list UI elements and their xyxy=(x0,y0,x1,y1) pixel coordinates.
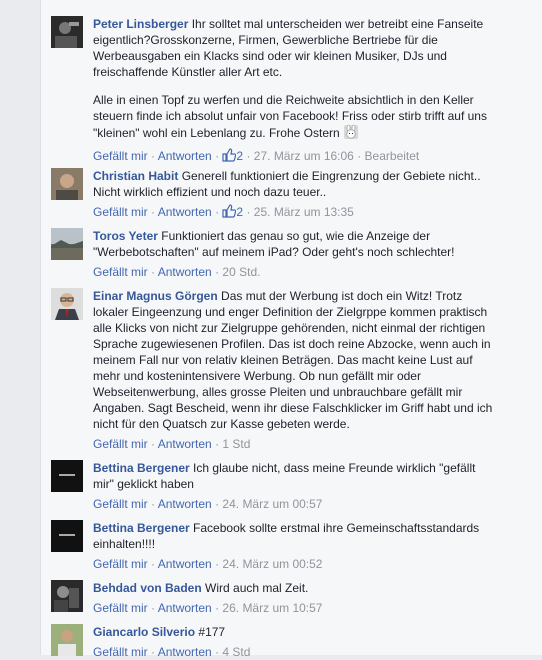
like-link[interactable]: Gefällt mir xyxy=(93,557,148,571)
rabbit-emoji-icon xyxy=(343,124,359,144)
comment-author[interactable]: Bettina Bergener xyxy=(93,521,190,535)
comment-time[interactable]: 4 Std xyxy=(222,645,250,659)
comment-author[interactable]: Einar Magnus Görgen xyxy=(93,289,218,303)
like-link[interactable]: Gefällt mir xyxy=(93,601,148,615)
dj-photo-avatar[interactable] xyxy=(51,16,83,48)
comment-text: Wird auch mal Zeit. xyxy=(205,581,309,595)
reply-link[interactable]: Antworten xyxy=(158,437,212,451)
comment-author[interactable]: Peter Linsberger xyxy=(93,17,188,31)
comment-actions: Gefällt mir · Antworten · 2 · 27. März u… xyxy=(93,148,493,166)
separator: · xyxy=(215,557,220,571)
like-link[interactable]: Gefällt mir xyxy=(93,265,148,279)
separator: · xyxy=(246,205,251,219)
man-with-glasses-avatar[interactable] xyxy=(51,288,83,320)
reply-link[interactable]: Antworten xyxy=(158,265,212,279)
separator: · xyxy=(215,645,220,659)
separator: · xyxy=(151,437,156,451)
like-link[interactable]: Gefällt mir xyxy=(93,497,148,511)
landscape-avatar[interactable] xyxy=(51,228,83,260)
reply-link[interactable]: Antworten xyxy=(158,205,212,219)
like-link[interactable]: Gefällt mir xyxy=(93,645,148,659)
like-link[interactable]: Gefällt mir xyxy=(93,149,148,163)
like-link[interactable]: Gefällt mir xyxy=(93,205,148,219)
comment-author[interactable]: Bettina Bergener xyxy=(93,461,190,475)
separator: · xyxy=(215,601,220,615)
reply-link[interactable]: Antworten xyxy=(158,497,212,511)
separator: · xyxy=(151,497,156,511)
like-count[interactable]: 2 xyxy=(236,149,243,163)
comment-time[interactable]: 1 Std xyxy=(222,437,250,451)
portrait-avatar[interactable] xyxy=(51,168,83,200)
black-logo-avatar[interactable] xyxy=(51,460,83,492)
separator: · xyxy=(151,601,156,615)
reply-link[interactable]: Antworten xyxy=(158,149,212,163)
separator: · xyxy=(151,645,156,659)
thumbs-up-icon xyxy=(222,204,237,222)
separator: · xyxy=(215,205,220,219)
separator: · xyxy=(215,497,220,511)
person-outdoor-avatar[interactable] xyxy=(51,624,83,656)
like-count[interactable]: 2 xyxy=(236,205,243,219)
comment-text: Alle in einen Topf zu werfen und die Rei… xyxy=(93,93,487,140)
reply-link[interactable]: Antworten xyxy=(158,645,212,659)
comment-text: #177 xyxy=(198,625,226,639)
comment-time[interactable]: 26. März um 10:57 xyxy=(222,601,322,615)
separator: · xyxy=(151,149,156,163)
comment-text: Das mut der Werbung ist doch ein Witz! T… xyxy=(93,289,493,431)
comment-author[interactable]: Christian Habit xyxy=(93,169,178,183)
comment-time[interactable]: 27. März um 16:06 xyxy=(254,149,354,163)
separator: · xyxy=(215,265,220,279)
dark-photo-avatar[interactable] xyxy=(51,580,83,612)
separator: · xyxy=(215,437,220,451)
comment-author[interactable]: Toros Yeter xyxy=(93,229,158,243)
comment-time[interactable]: 24. März um 00:57 xyxy=(222,497,322,511)
reply-link[interactable]: Antworten xyxy=(158,601,212,615)
comment-actions: Gefällt mir · Antworten · 4 Std xyxy=(93,644,493,660)
comment-actions: Gefällt mir · Antworten · 2 · 25. März u… xyxy=(93,204,493,222)
comment-time[interactable]: 25. März um 13:35 xyxy=(254,205,354,219)
comment-time[interactable]: 24. März um 00:52 xyxy=(222,557,322,571)
separator: · xyxy=(151,557,156,571)
separator: · xyxy=(151,205,156,219)
comment-actions: Gefällt mir · Antworten · 20 Std. xyxy=(93,264,493,280)
separator: · xyxy=(151,265,156,279)
like-link[interactable]: Gefällt mir xyxy=(93,437,148,451)
thumbs-up-icon xyxy=(222,148,237,166)
black-logo-avatar[interactable] xyxy=(51,520,83,552)
comment-author[interactable]: Giancarlo Silverio xyxy=(93,625,195,639)
comment-actions: Gefällt mir · Antworten · 26. März um 10… xyxy=(93,600,493,616)
comment-actions: Gefällt mir · Antworten · 1 Std xyxy=(93,436,493,452)
comment-time[interactable]: 20 Std. xyxy=(222,265,260,279)
comments-panel: Peter Linsberger Ihr solltet mal untersc… xyxy=(40,0,542,659)
separator: · xyxy=(215,149,220,163)
edited-label[interactable]: Bearbeitet xyxy=(365,149,420,163)
separator: · xyxy=(357,149,362,163)
comment-author[interactable]: Behdad von Baden xyxy=(93,581,202,595)
separator: · xyxy=(246,149,251,163)
comment-actions: Gefällt mir · Antworten · 24. März um 00… xyxy=(93,556,493,572)
comment-actions: Gefällt mir · Antworten · 24. März um 00… xyxy=(93,496,493,512)
reply-link[interactable]: Antworten xyxy=(158,557,212,571)
